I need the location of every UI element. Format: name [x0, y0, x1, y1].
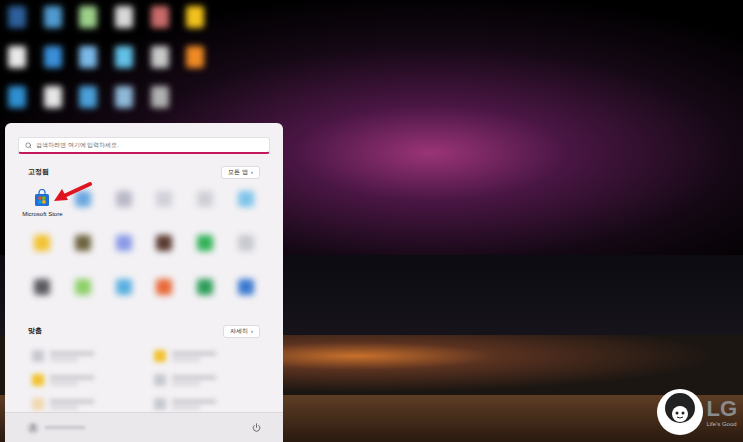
recommended-item[interactable]	[32, 372, 134, 388]
lg-face-icon	[656, 388, 704, 436]
app-icon	[238, 235, 254, 251]
app-icon	[75, 279, 91, 295]
recommended-item[interactable]	[32, 348, 134, 364]
app-icon	[197, 279, 213, 295]
recommended-item[interactable]	[154, 372, 256, 388]
desktop-icon[interactable]	[186, 6, 204, 28]
app-icon	[156, 235, 172, 251]
app-icon	[238, 279, 254, 295]
app-icon	[116, 235, 132, 251]
desktop-icon[interactable]	[115, 6, 133, 28]
app-icon	[156, 191, 172, 207]
app-icon	[156, 279, 172, 295]
pinned-app[interactable]	[63, 277, 104, 311]
desktop-icons	[8, 6, 208, 108]
all-apps-button[interactable]: 모든 앱›	[221, 166, 260, 179]
pinned-grid: Microsoft Store	[18, 189, 270, 311]
desktop: 검색하려면 여기에 입력하세요. 고정됨 모든 앱› Microsoft Store 맞…	[0, 0, 743, 442]
pinned-app[interactable]	[185, 233, 226, 267]
search-box[interactable]: 검색하려면 여기에 입력하세요.	[18, 137, 270, 154]
app-icon	[238, 191, 254, 207]
desktop-icon[interactable]	[186, 46, 204, 68]
pinned-app[interactable]	[185, 189, 226, 223]
desktop-icon[interactable]	[79, 86, 97, 108]
app-icon	[197, 191, 213, 207]
recommended-item[interactable]	[32, 396, 134, 412]
desktop-icon[interactable]	[151, 6, 169, 28]
pinned-app[interactable]	[103, 277, 144, 311]
microsoft-store-icon	[33, 189, 51, 207]
desktop-icon[interactable]	[79, 6, 97, 28]
recommended-grid	[18, 348, 270, 412]
recommended-title: 맞춤	[28, 326, 42, 337]
desktop-icon[interactable]	[8, 86, 26, 108]
power-icon[interactable]	[252, 423, 261, 432]
app-icon	[197, 235, 213, 251]
desktop-icon[interactable]	[151, 86, 169, 108]
lg-watermark: LGLife's Good	[656, 388, 737, 436]
app-icon	[34, 279, 50, 295]
desktop-icon[interactable]	[8, 46, 26, 68]
user-button[interactable]	[27, 422, 85, 434]
user-icon	[29, 424, 37, 432]
pinned-app[interactable]	[225, 233, 266, 267]
desktop-icon[interactable]	[8, 6, 26, 28]
pinned-app[interactable]	[225, 277, 266, 311]
app-icon	[75, 191, 91, 207]
desktop-icon[interactable]	[115, 86, 133, 108]
pinned-app[interactable]	[22, 277, 63, 311]
desktop-icon[interactable]	[44, 86, 62, 108]
start-menu: 검색하려면 여기에 입력하세요. 고정됨 모든 앱› Microsoft Store 맞…	[5, 123, 283, 442]
pinned-app[interactable]	[22, 233, 63, 267]
recommended-item[interactable]	[154, 396, 256, 412]
pinned-app[interactable]	[144, 189, 185, 223]
start-footer	[5, 412, 283, 442]
pinned-app[interactable]	[225, 189, 266, 223]
desktop-icon[interactable]	[115, 46, 133, 68]
search-icon	[25, 142, 32, 149]
app-icon	[116, 279, 132, 295]
app-icon	[75, 235, 91, 251]
app-icon	[34, 235, 50, 251]
pinned-title: 고정됨	[28, 167, 49, 178]
desktop-icon[interactable]	[44, 46, 62, 68]
desktop-icon[interactable]	[79, 46, 97, 68]
pinned-app[interactable]	[185, 277, 226, 311]
more-button[interactable]: 자세히›	[223, 325, 260, 338]
pinned-app[interactable]	[144, 277, 185, 311]
desktop-icon[interactable]	[151, 46, 169, 68]
desktop-icon[interactable]	[44, 6, 62, 28]
pinned-app[interactable]: Microsoft Store	[22, 189, 63, 223]
pinned-app[interactable]	[144, 233, 185, 267]
pinned-app[interactable]	[63, 233, 104, 267]
recommended-item[interactable]	[154, 348, 256, 364]
red-arrow-icon	[50, 181, 92, 205]
pinned-app[interactable]	[103, 189, 144, 223]
pinned-app[interactable]	[103, 233, 144, 267]
app-icon	[116, 191, 132, 207]
